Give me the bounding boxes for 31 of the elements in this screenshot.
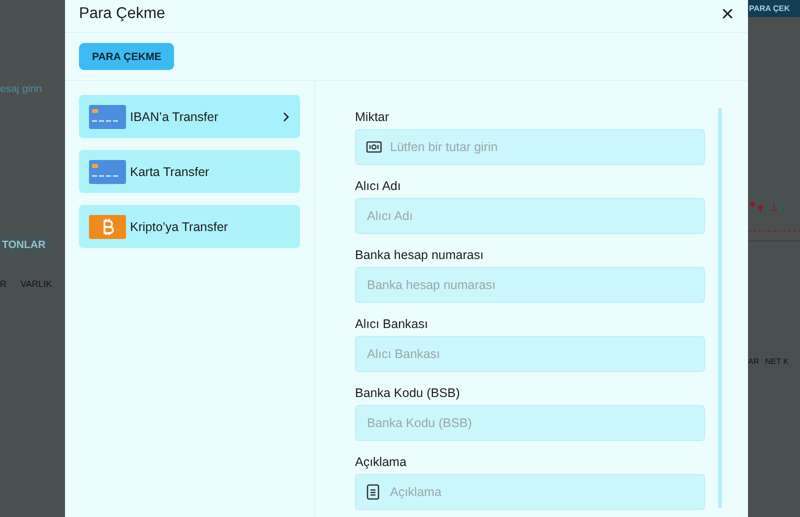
withdraw-button[interactable]: PARA ÇEK (748, 0, 800, 17)
field-label: Banka hesap numarası (355, 248, 484, 262)
input-field[interactable]: Alıcı Adı (355, 198, 705, 234)
document-icon (366, 484, 380, 500)
column-header: R (0, 279, 6, 289)
column-header: VARLIK (20, 279, 52, 289)
transfer-method-item[interactable]: Karta Transfer (79, 150, 300, 193)
withdraw-tab-button[interactable]: PARA ÇEKME (79, 43, 174, 70)
field-label: Alıcı Adı (355, 179, 401, 193)
field-label: Miktar (355, 110, 390, 124)
dialog-title: Para Çekme (79, 5, 166, 23)
input-field[interactable]: Açıklama (355, 474, 705, 510)
tab-button[interactable]: TONLAR (0, 232, 52, 257)
candlestick-chart-drawing (748, 200, 800, 242)
field-label: Açıklama (355, 455, 406, 469)
bitcoin-icon (89, 214, 126, 238)
bank-card-icon (89, 160, 126, 184)
chevron-right-icon (282, 112, 290, 122)
input-field[interactable]: Banka Kodu (BSB) (355, 405, 705, 441)
input-field[interactable]: Lütfen bir tutar girin (355, 129, 705, 165)
cash-icon (366, 140, 382, 154)
column-header: AR (748, 357, 760, 366)
transfer-method-item[interactable]: IBAN’a Transfer (79, 95, 300, 138)
field-label: Banka Kodu (BSB) (355, 386, 460, 400)
input-field[interactable]: Banka hesap numarası (355, 267, 705, 303)
bank-card-icon (89, 104, 126, 128)
field-label: Alıcı Bankası (355, 317, 428, 331)
scrollbar[interactable] (718, 108, 722, 508)
input-field[interactable]: Alıcı Bankası (355, 336, 705, 372)
transfer-method-item[interactable]: Kripto’ya Transfer (79, 205, 300, 248)
column-header: NET K (765, 357, 789, 366)
